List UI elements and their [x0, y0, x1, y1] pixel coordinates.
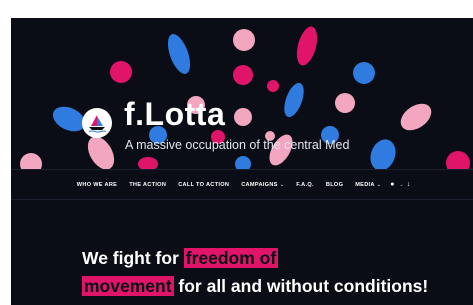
- sailboat-logo-icon[interactable]: [82, 108, 112, 138]
- website-page: f.Lotta A massive occupation of the cent…: [11, 18, 473, 305]
- nav-item-call-to-action[interactable]: CALL TO ACTION: [178, 182, 229, 188]
- headline-text: We fight for: [82, 247, 184, 268]
- chevron-down-icon: ⌄: [279, 181, 285, 188]
- nav-item-label: MEDIA: [355, 181, 375, 188]
- nav-item-who-we-are[interactable]: WHO WE ARE: [77, 182, 117, 188]
- main-navigation: WHO WE ARE THE ACTION CALL TO ACTION CAM…: [11, 169, 473, 200]
- nav-item-faq[interactable]: F.A.Q.: [296, 182, 314, 188]
- nav-item-label: THE ACTION: [129, 181, 167, 188]
- hero-headline: We fight for freedom of movement for all …: [82, 244, 442, 300]
- site-tagline: A massive occupation of the central Med: [125, 138, 350, 152]
- download-arrow-icon[interactable]: ↓: [407, 181, 411, 188]
- headline-highlight: movement: [82, 275, 174, 296]
- hero-banner: f.Lotta A massive occupation of the cent…: [11, 18, 473, 169]
- chevron-down-icon[interactable]: ⌄: [399, 182, 403, 188]
- headline-highlight: freedom of: [183, 247, 279, 268]
- nav-item-label: CALL TO ACTION: [178, 181, 230, 188]
- nav-item-blog[interactable]: BLOG: [326, 182, 343, 188]
- nav-item-label: CAMPAIGNS: [241, 181, 278, 188]
- chevron-down-icon: ⌄: [376, 181, 382, 188]
- nav-item-label: WHO WE ARE: [76, 181, 118, 188]
- nav-item-campaigns[interactable]: CAMPAIGNS ⌄: [241, 182, 284, 188]
- nav-item-media[interactable]: MEDIA ⌄: [355, 182, 381, 188]
- nav-item-label: F.A.Q.: [296, 181, 314, 188]
- nav-item-label: BLOG: [325, 181, 344, 188]
- nav-item-the-action[interactable]: THE ACTION: [129, 182, 166, 188]
- headline-text: for all and without conditions!: [173, 275, 429, 296]
- site-title[interactable]: f.Lotta: [124, 96, 225, 133]
- speech-bubble-icon[interactable]: ●: [390, 181, 394, 188]
